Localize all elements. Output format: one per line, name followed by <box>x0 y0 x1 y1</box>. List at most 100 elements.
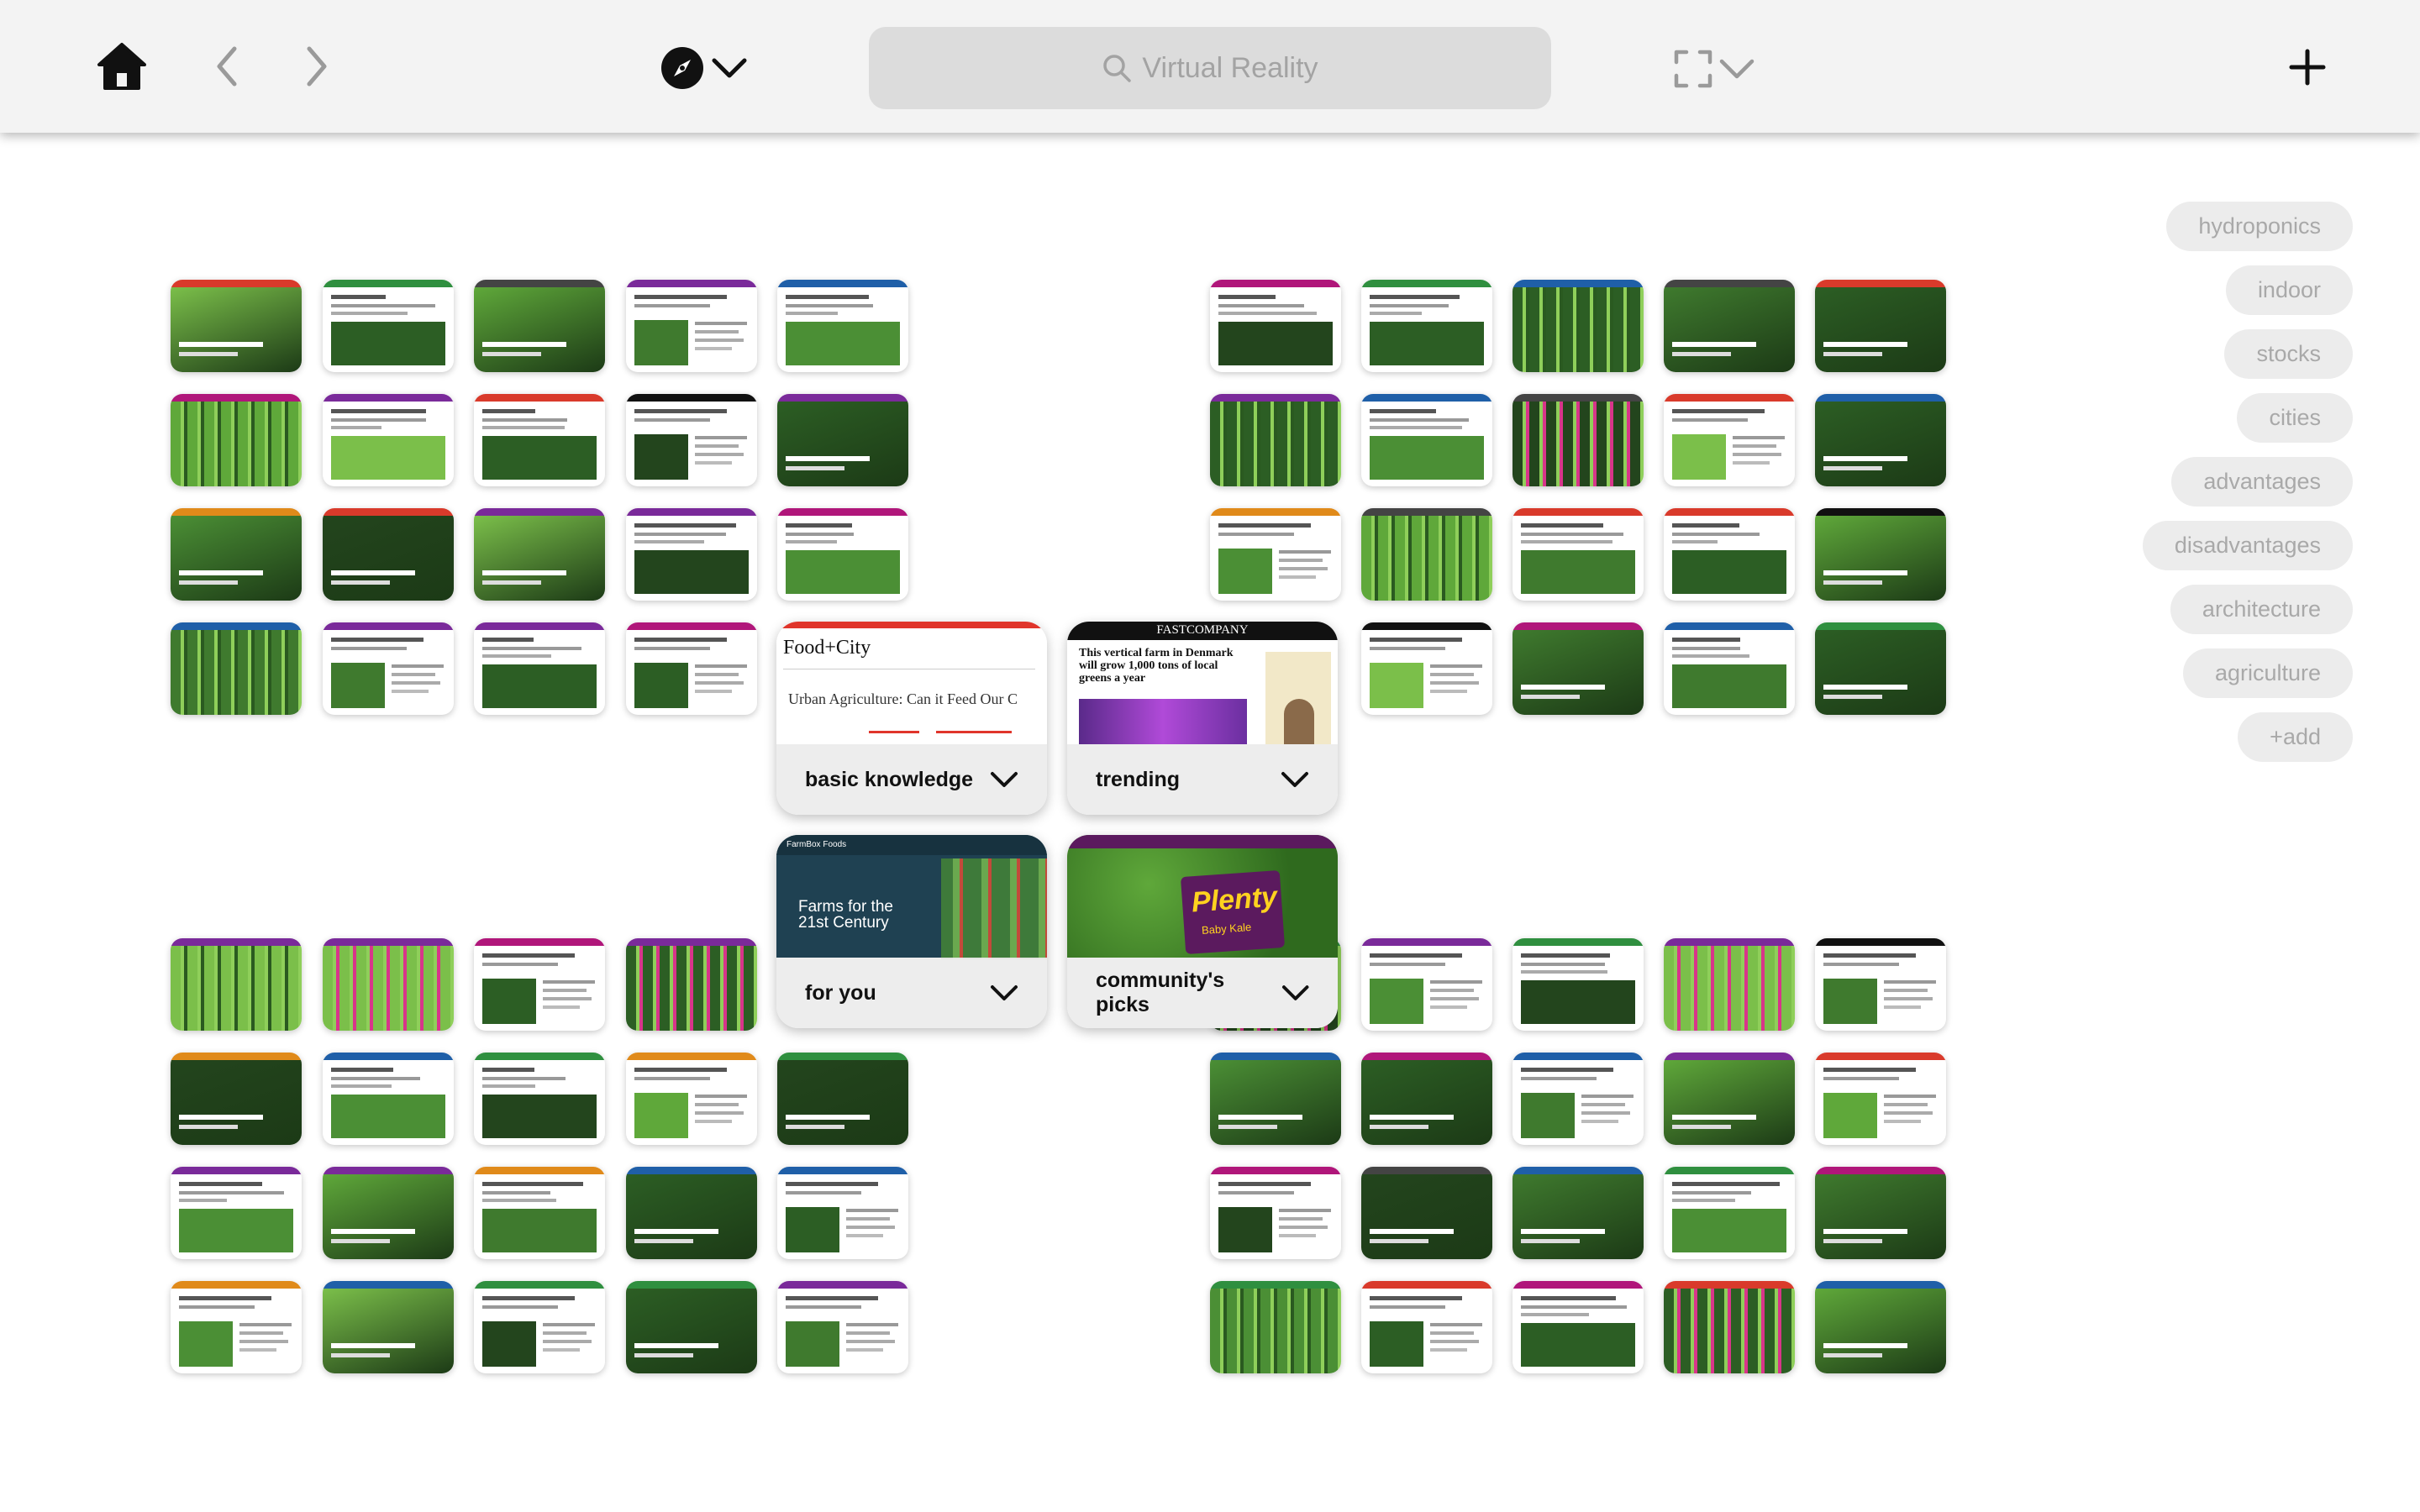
card-for-you[interactable]: FarmBox Foods Farms for the 21st Century… <box>776 835 1047 1028</box>
page-thumbnail[interactable] <box>777 1167 908 1259</box>
page-thumbnail[interactable] <box>1815 622 1946 715</box>
page-thumbnail[interactable] <box>1512 280 1644 372</box>
page-thumbnail[interactable] <box>1664 508 1795 601</box>
back-button[interactable] <box>206 42 248 91</box>
tag-cities[interactable]: cities <box>2237 393 2353 443</box>
page-thumbnail[interactable] <box>171 1281 302 1373</box>
page-thumbnail[interactable] <box>474 1167 605 1259</box>
page-thumbnail[interactable] <box>626 394 757 486</box>
page-thumbnail[interactable] <box>626 280 757 372</box>
page-thumbnail[interactable] <box>1815 1167 1946 1259</box>
page-thumbnail[interactable] <box>1512 622 1644 715</box>
page-thumbnail[interactable] <box>1512 938 1644 1031</box>
page-thumbnail[interactable] <box>474 938 605 1031</box>
tag-agriculture[interactable]: agriculture <box>2182 648 2353 698</box>
page-thumbnail[interactable] <box>171 1167 302 1259</box>
fullscreen-menu-button[interactable] <box>1668 44 1760 94</box>
page-thumbnail[interactable] <box>171 622 302 715</box>
page-thumbnail[interactable] <box>1512 1281 1644 1373</box>
page-thumbnail[interactable] <box>474 394 605 486</box>
page-thumbnail[interactable] <box>171 280 302 372</box>
page-thumbnail[interactable] <box>1815 394 1946 486</box>
tag-disadvantages[interactable]: disadvantages <box>2142 521 2353 570</box>
page-thumbnail[interactable] <box>171 938 302 1031</box>
page-thumbnail[interactable] <box>1664 938 1795 1031</box>
page-thumbnail[interactable] <box>626 1053 757 1145</box>
page-thumbnail[interactable] <box>1815 938 1946 1031</box>
page-thumbnail[interactable] <box>1210 1167 1341 1259</box>
page-thumbnail[interactable] <box>626 1167 757 1259</box>
page-thumbnail[interactable] <box>1815 1281 1946 1373</box>
page-thumbnail[interactable] <box>777 1053 908 1145</box>
page-thumbnail[interactable] <box>777 1281 908 1373</box>
page-thumbnail[interactable] <box>323 1167 454 1259</box>
page-thumbnail[interactable] <box>1815 508 1946 601</box>
page-thumbnail[interactable] <box>474 1053 605 1145</box>
page-thumbnail[interactable] <box>1512 1053 1644 1145</box>
page-thumbnail[interactable] <box>1210 280 1341 372</box>
page-thumbnail[interactable] <box>1664 1167 1795 1259</box>
page-thumbnail[interactable] <box>323 622 454 715</box>
tag-architecture[interactable]: architecture <box>2170 585 2353 634</box>
card-trending[interactable]: FASTCOMPANY This vertical farm in Denmar… <box>1067 622 1338 815</box>
add-button[interactable] <box>2284 42 2331 92</box>
page-thumbnail[interactable] <box>1361 1053 1492 1145</box>
card-community-picks[interactable]: Plenty Baby Kale community's picks <box>1067 835 1338 1028</box>
chevron-down-icon[interactable] <box>990 770 1018 789</box>
page-thumbnail[interactable] <box>474 280 605 372</box>
page-thumbnail[interactable] <box>1664 622 1795 715</box>
page-thumbnail[interactable] <box>323 280 454 372</box>
page-thumbnail[interactable] <box>323 508 454 601</box>
page-thumbnail[interactable] <box>777 280 908 372</box>
page-thumbnail[interactable] <box>171 394 302 486</box>
page-thumbnail[interactable] <box>626 508 757 601</box>
page-thumbnail[interactable] <box>1361 508 1492 601</box>
page-thumbnail[interactable] <box>1361 280 1492 372</box>
search-bar[interactable]: Virtual Reality <box>869 27 1551 109</box>
page-thumbnail[interactable] <box>323 1281 454 1373</box>
page-thumbnail[interactable] <box>1512 1167 1644 1259</box>
page-thumbnail[interactable] <box>777 508 908 601</box>
card-basic-knowledge[interactable]: Food+City Urban Agriculture: Can it Feed… <box>776 622 1047 815</box>
page-thumbnail[interactable] <box>1664 394 1795 486</box>
page-thumbnail[interactable] <box>474 508 605 601</box>
page-thumbnail[interactable] <box>1361 938 1492 1031</box>
page-thumbnail[interactable] <box>1512 394 1644 486</box>
page-thumbnail[interactable] <box>1361 394 1492 486</box>
page-thumbnail[interactable] <box>626 938 757 1031</box>
chevron-down-icon[interactable] <box>990 984 1018 1002</box>
page-thumbnail[interactable] <box>171 508 302 601</box>
page-thumbnail[interactable] <box>474 1281 605 1373</box>
page-thumbnail[interactable] <box>323 394 454 486</box>
tag-stocks[interactable]: stocks <box>2224 329 2353 379</box>
page-thumbnail[interactable] <box>1361 1167 1492 1259</box>
page-thumbnail[interactable] <box>777 394 908 486</box>
page-thumbnail[interactable] <box>626 1281 757 1373</box>
page-thumbnail[interactable] <box>1361 1281 1492 1373</box>
forward-button[interactable] <box>296 42 338 91</box>
page-thumbnail[interactable] <box>1664 280 1795 372</box>
tag-advantages[interactable]: advantages <box>2171 457 2353 507</box>
tag-indoor[interactable]: indoor <box>2225 265 2353 315</box>
page-thumbnail[interactable] <box>1664 1281 1795 1373</box>
page-thumbnail[interactable] <box>323 938 454 1031</box>
page-thumbnail[interactable] <box>626 622 757 715</box>
chevron-down-icon[interactable] <box>1281 770 1309 789</box>
page-thumbnail[interactable] <box>171 1053 302 1145</box>
page-thumbnail[interactable] <box>1210 1053 1341 1145</box>
page-thumbnail[interactable] <box>1664 1053 1795 1145</box>
page-thumbnail[interactable] <box>1210 394 1341 486</box>
page-thumbnail[interactable] <box>323 1053 454 1145</box>
add-tag-button[interactable]: +add <box>2238 712 2353 762</box>
page-thumbnail[interactable] <box>1815 280 1946 372</box>
page-thumbnail[interactable] <box>1815 1053 1946 1145</box>
page-thumbnail[interactable] <box>474 622 605 715</box>
chevron-down-icon[interactable] <box>1281 984 1309 1002</box>
compass-menu-button[interactable] <box>657 44 751 92</box>
page-thumbnail[interactable] <box>1512 508 1644 601</box>
page-thumbnail[interactable] <box>1361 622 1492 715</box>
home-button[interactable] <box>92 37 151 96</box>
tag-hydroponics[interactable]: hydroponics <box>2166 202 2353 251</box>
page-thumbnail[interactable] <box>1210 508 1341 601</box>
page-thumbnail[interactable] <box>1210 1281 1341 1373</box>
